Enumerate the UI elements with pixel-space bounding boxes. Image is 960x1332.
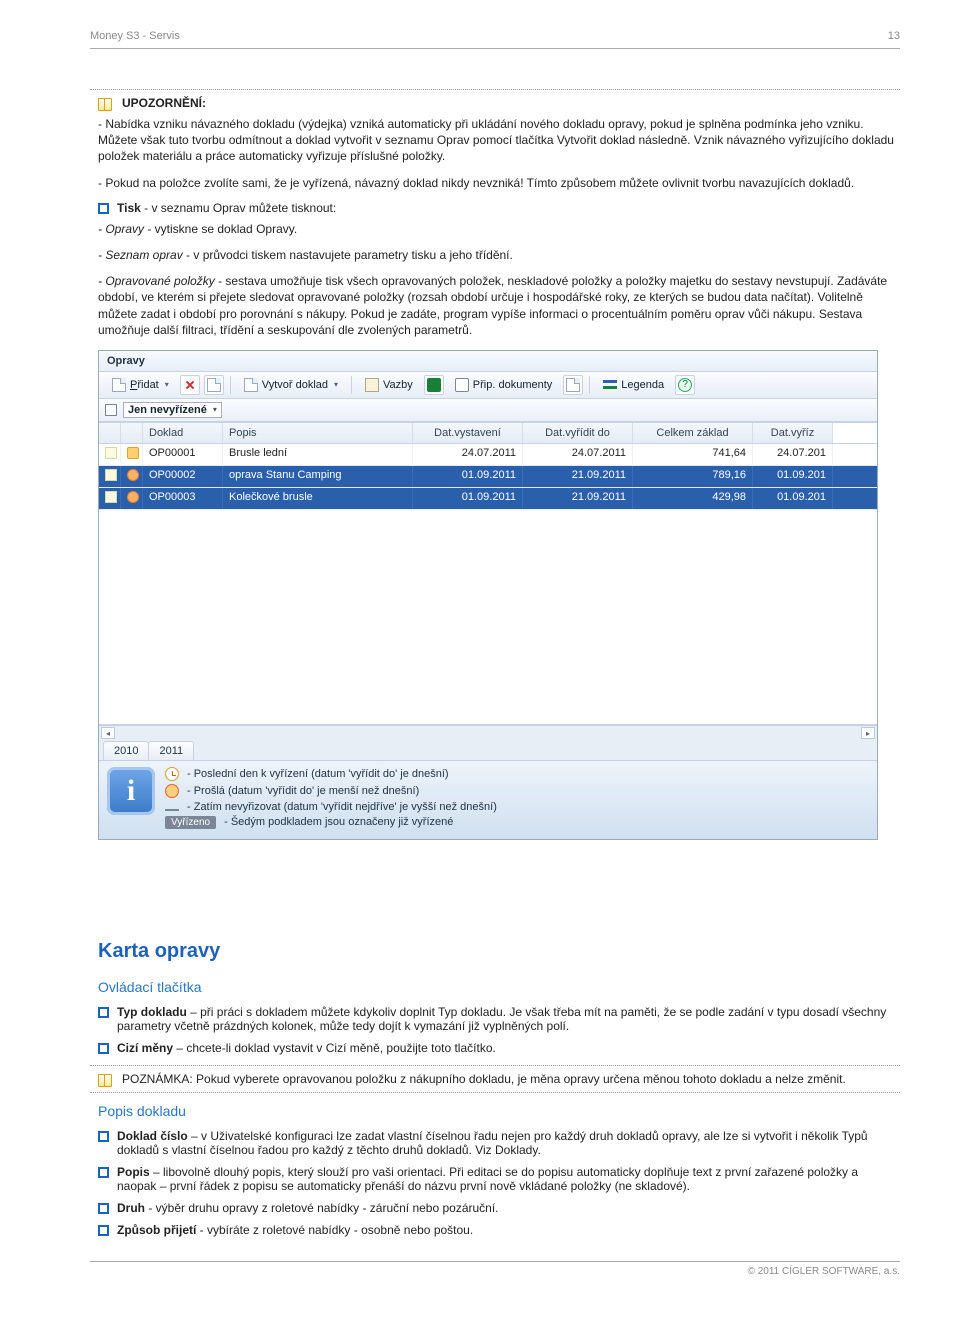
col-celkem[interactable]: Celkem základ [633, 423, 753, 443]
legend-line: - Poslední den k vyřízení (datum 'vyřídi… [187, 768, 449, 780]
doc-icon [244, 378, 258, 392]
table-row[interactable]: OP00001Brusle lední24.07.201124.07.20117… [99, 444, 877, 466]
heading-karta-opravy: Karta opravy [98, 940, 900, 963]
row-flag-icon [105, 491, 117, 503]
year-tab[interactable]: 2011 [148, 741, 194, 760]
legend-panel: i - Poslední den k vyřízení (datum 'vyří… [99, 761, 877, 839]
col-dat-vyst[interactable]: Dat.vystavení [413, 423, 523, 443]
col-status[interactable] [121, 423, 143, 443]
bullet-zpusob-prijeti: Způsob přijetí - vybíráte z roletové nab… [117, 1223, 473, 1237]
done-badge: Vyřízeno [165, 816, 216, 829]
bullet-cizi-meny: Cizí měny – chcete-li doklad vystavit v … [117, 1041, 496, 1055]
year-tab[interactable]: 2010 [103, 741, 149, 760]
excel-icon [427, 378, 441, 392]
square-bullet-icon [98, 1007, 109, 1018]
scroll-left-icon[interactable]: ◂ [101, 727, 115, 739]
heading-popis-dokladu: Popis dokladu [98, 1103, 900, 1119]
filter-row: Jen nevyřízené▾ [99, 399, 877, 422]
warning-p2: - Pokud na položce zvolíte sami, že je v… [98, 175, 900, 191]
toolbar: PPřidatřidat▾ Vytvoř doklad▾ Vazby Přip.… [99, 372, 877, 399]
clock-icon [165, 767, 179, 781]
grid-header: Doklad Popis Dat.vystavení Dat.vyřídit d… [99, 422, 877, 444]
tisk-li2: - Seznam oprav - v průvodci tiskem nasta… [98, 247, 900, 263]
help-icon: ? [678, 378, 692, 392]
links-button[interactable]: Vazby [358, 375, 420, 395]
info-icon: i [107, 767, 155, 815]
copy-button[interactable] [204, 375, 224, 395]
app-title: Opravy [99, 351, 877, 372]
warning-label: UPOZORNĚNÍ: [122, 96, 206, 110]
data-grid: Doklad Popis Dat.vystavení Dat.vyřídit d… [99, 422, 877, 741]
footer-copyright: © 2011 CÍGLER SOFTWARE, a.s. [748, 1266, 900, 1277]
legend-line: - Zatím nevyřizovat (datum 'vyřídit nejd… [187, 801, 497, 813]
doc-header-title: Money S3 - Servis [90, 30, 180, 42]
legend-icon [603, 378, 617, 392]
page-icon [112, 378, 126, 392]
book-icon [98, 1074, 112, 1085]
h-scrollbar[interactable]: ◂ ▸ [99, 725, 877, 741]
bullet-doklad-cislo: Doklad číslo – v Uživatelské konfiguraci… [117, 1129, 900, 1157]
bullet-druh: Druh - výběr druhu opravy z roletové nab… [117, 1201, 499, 1215]
note-text: POZNÁMKA: Pokud vyberete opravovanou pol… [122, 1072, 846, 1086]
col-flag[interactable] [99, 423, 121, 443]
links-icon [365, 378, 379, 392]
filter-combo[interactable]: Jen nevyřízené▾ [123, 402, 222, 418]
print-button[interactable] [563, 375, 583, 395]
add-button[interactable]: PPřidatřidat▾ [105, 375, 176, 395]
legend-line: - Šedým podkladem jsou označeny již vyří… [224, 816, 453, 828]
tisk-lead: Tisk - v seznamu Oprav můžete tisknout: [117, 201, 336, 215]
help-button[interactable]: ? [675, 375, 695, 395]
tisk-li3: - Opravované položky - sestava umožňuje … [98, 273, 900, 338]
row-flag-icon [105, 469, 117, 481]
col-dat-vyriz[interactable]: Dat.vyříz [753, 423, 833, 443]
delete-button[interactable] [180, 375, 200, 395]
row-flag-icon [105, 447, 117, 459]
col-doklad[interactable]: Doklad [143, 423, 223, 443]
square-bullet-icon [98, 1167, 109, 1178]
print-icon [566, 378, 580, 392]
xls-button[interactable] [424, 375, 444, 395]
scroll-right-icon[interactable]: ▸ [861, 727, 875, 739]
col-dat-vyr-do[interactable]: Dat.vyřídit do [523, 423, 633, 443]
clock-icon [127, 447, 139, 459]
bullet-typ-dokladu: Typ dokladu – při práci s dokladem můžet… [117, 1005, 900, 1033]
table-row[interactable]: OP00002oprava Stanu Camping01.09.201121.… [99, 466, 877, 488]
create-doc-button[interactable]: Vytvoř doklad▾ [237, 375, 345, 395]
warning-p1: - Nabídka vzniku návazného dokladu (výde… [98, 116, 900, 165]
tisk-li1: - Opravy - vytiskne se doklad Opravy. [98, 221, 900, 237]
flame-icon [127, 469, 139, 481]
legend-button[interactable]: Legenda [596, 375, 671, 395]
app-window: Opravy PPřidatřidat▾ Vytvoř doklad▾ Vazb… [98, 350, 878, 840]
paperclip-icon [455, 378, 469, 392]
square-bullet-icon [98, 1131, 109, 1142]
year-tabs: 2010 2011 [99, 741, 877, 761]
col-popis[interactable]: Popis [223, 423, 413, 443]
square-bullet-icon [98, 203, 109, 214]
copy-icon [207, 378, 221, 392]
square-bullet-icon [98, 1043, 109, 1054]
bullet-popis: Popis – libovolně dlouhý popis, který sl… [117, 1165, 900, 1193]
square-bullet-icon [98, 1225, 109, 1236]
legend-line: - Prošlá (datum 'vyřídit do' je menší ne… [187, 785, 419, 797]
flame-icon [165, 784, 179, 798]
doc-header-pageno: 13 [888, 30, 900, 42]
filter-checkbox[interactable] [105, 404, 117, 416]
attachments-button[interactable]: Přip. dokumenty [448, 375, 559, 395]
book-icon [98, 98, 112, 109]
x-icon [183, 378, 197, 392]
heading-ovladaci-tlacitka: Ovládací tlačítka [98, 979, 900, 995]
square-bullet-icon [98, 1203, 109, 1214]
table-row[interactable]: OP00003Kolečkové brusle01.09.201121.09.2… [99, 488, 877, 510]
flame-icon [127, 491, 139, 503]
dash-icon [165, 809, 179, 811]
